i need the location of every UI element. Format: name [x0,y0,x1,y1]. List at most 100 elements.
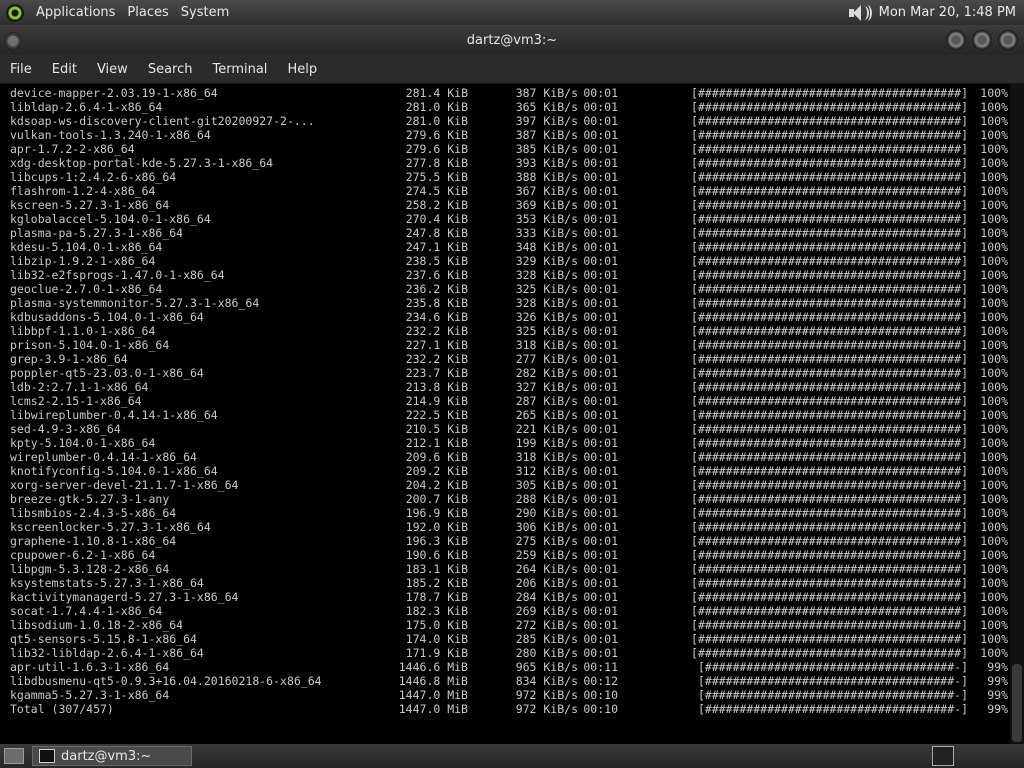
menu-help[interactable]: Help [277,62,327,77]
terminal-line: socat-1.7.4.4-1-x86_64 182.3 KiB 269 KiB/s… [10,604,1010,618]
line-rate: 393 KiB/s [515,156,578,170]
line-pct: 100% [980,464,1008,478]
line-rate: 387 KiB/s [515,86,578,100]
line-time: 00:01 [583,590,618,604]
workspace-switcher-icon[interactable] [932,746,954,766]
maximize-button[interactable] [972,30,992,50]
line-pct: 100% [980,492,1008,506]
line-rate: 269 KiB/s [515,604,578,618]
window-menu-icon[interactable] [4,32,22,50]
line-rate: 834 KiB/s [515,674,578,688]
line-pct: 100% [980,310,1008,324]
terminal-line: libbpf-1.1.0-1-x86_64 232.2 KiB 325 KiB/s 0… [10,324,1010,338]
terminal-icon [39,749,55,763]
line-bar: [######################################] [691,464,968,478]
line-bar: [####################################-] [697,660,968,674]
menu-terminal[interactable]: Terminal [202,62,277,77]
line-time: 00:01 [583,86,618,100]
line-name: graphene-1.10.8-1-x86_64 [10,534,177,548]
line-name: apr-util-1.6.3-1-x86_64 [10,660,170,674]
line-time: 00:10 [583,702,618,716]
line-time: 00:01 [583,422,618,436]
line-time: 00:01 [583,310,618,324]
line-size: 232.2 KiB [405,324,468,338]
line-bar: [######################################] [691,562,968,576]
line-rate: 306 KiB/s [515,520,578,534]
panel-menus: Applications Places System [0,0,235,25]
line-rate: 325 KiB/s [515,324,578,338]
line-rate: 272 KiB/s [515,618,578,632]
line-name: plasma-pa-5.27.3-1-x86_64 [10,226,184,240]
places-menu[interactable]: Places [121,5,174,20]
line-size: 234.6 KiB [405,310,468,324]
terminal-line: qt5-sensors-5.15.8-1-x86_64 174.0 KiB 285 … [10,632,1010,646]
line-bar: [######################################] [691,296,968,310]
terminal-line: kactivitymanagerd-5.27.3-1-x86_64 178.7 K… [10,590,1010,604]
line-time: 00:12 [583,674,618,688]
line-bar: [######################################] [691,520,968,534]
window-controls [946,30,1018,50]
line-name: Total (307/457) [10,702,114,716]
line-rate: 385 KiB/s [515,142,578,156]
line-name: device-mapper-2.03.19-1-x86_64 [10,86,218,100]
system-menu[interactable]: System [175,5,235,20]
terminal-line: breeze-gtk-5.27.3-1-any 200.7 KiB 288 KiB/… [10,492,1010,506]
terminal-output[interactable]: device-mapper-2.03.19-1-x86_64 281.4 KiB 3… [0,84,1010,744]
line-pct: 100% [980,254,1008,268]
volume-icon[interactable] [843,3,872,23]
line-size: 185.2 KiB [405,576,468,590]
menu-edit[interactable]: Edit [42,62,87,77]
line-name: plasma-systemmonitor-5.27.3-1-x86_64 [10,296,260,310]
line-time: 00:01 [583,212,618,226]
terminal-line: kgamma5-5.27.3-1-x86_64 1447.0 MiB 972 KiB… [10,688,1010,702]
line-size: 171.9 KiB [405,646,468,660]
line-size: 247.8 KiB [405,226,468,240]
line-size: 1446.8 MiB [398,674,468,688]
menu-file[interactable]: File [0,62,42,77]
terminal-scrollbar[interactable] [1010,84,1024,744]
terminal-line: cpupower-6.2-1-x86_64 190.6 KiB 259 KiB/s 0… [10,548,1010,562]
terminal-line: apr-1.7.2-2-x86_64 279.6 KiB 385 KiB/s 00:0… [10,142,1010,156]
line-time: 00:01 [583,128,618,142]
line-bar: [######################################] [691,268,968,282]
line-rate: 348 KiB/s [515,240,578,254]
line-time: 00:01 [583,268,618,282]
line-bar: [######################################] [691,212,968,226]
line-rate: 328 KiB/s [515,268,578,282]
line-time: 00:01 [583,534,618,548]
clock[interactable]: Mon Mar 20, 1:48 PM [875,5,1020,20]
line-size: 192.0 KiB [405,520,468,534]
line-size: 238.5 KiB [405,254,468,268]
line-size: 209.2 KiB [405,464,468,478]
line-bar: [######################################] [691,324,968,338]
line-bar: [######################################] [691,394,968,408]
menu-search[interactable]: Search [138,62,203,77]
line-bar: [######################################] [691,128,968,142]
line-bar: [######################################] [691,338,968,352]
line-bar: [######################################] [691,142,968,156]
terminal-line: flashrom-1.2-4-x86_64 274.5 KiB 367 KiB/s 0… [10,184,1010,198]
line-size: 236.2 KiB [405,282,468,296]
menu-view[interactable]: View [87,62,138,77]
applications-menu[interactable]: Applications [30,5,121,20]
line-rate: 206 KiB/s [515,576,578,590]
close-button[interactable] [998,30,1018,50]
taskbar-window-button[interactable]: dartz@vm3:~ [32,746,192,766]
minimize-button[interactable] [946,30,966,50]
show-desktop-icon[interactable] [4,748,24,764]
line-size: 235.8 KiB [405,296,468,310]
line-pct: 100% [980,184,1008,198]
menubar: File Edit View Search Terminal Help [0,55,1024,84]
scrollbar-thumb[interactable] [1012,664,1022,742]
line-pct: 100% [980,436,1008,450]
line-rate: 221 KiB/s [515,422,578,436]
window-titlebar[interactable]: dartz@vm3:~ [0,25,1024,55]
line-time: 00:01 [583,366,618,380]
line-bar: [######################################] [691,114,968,128]
line-name: libsmbios-2.4.3-5-x86_64 [10,506,177,520]
line-name: wireplumber-0.4.14-1-x86_64 [10,450,197,464]
line-name: xdg-desktop-portal-kde-5.27.3-1-x86_64 [10,156,274,170]
distro-logo-icon[interactable] [6,3,24,22]
line-time: 00:01 [583,100,618,114]
line-pct: 100% [980,100,1008,114]
